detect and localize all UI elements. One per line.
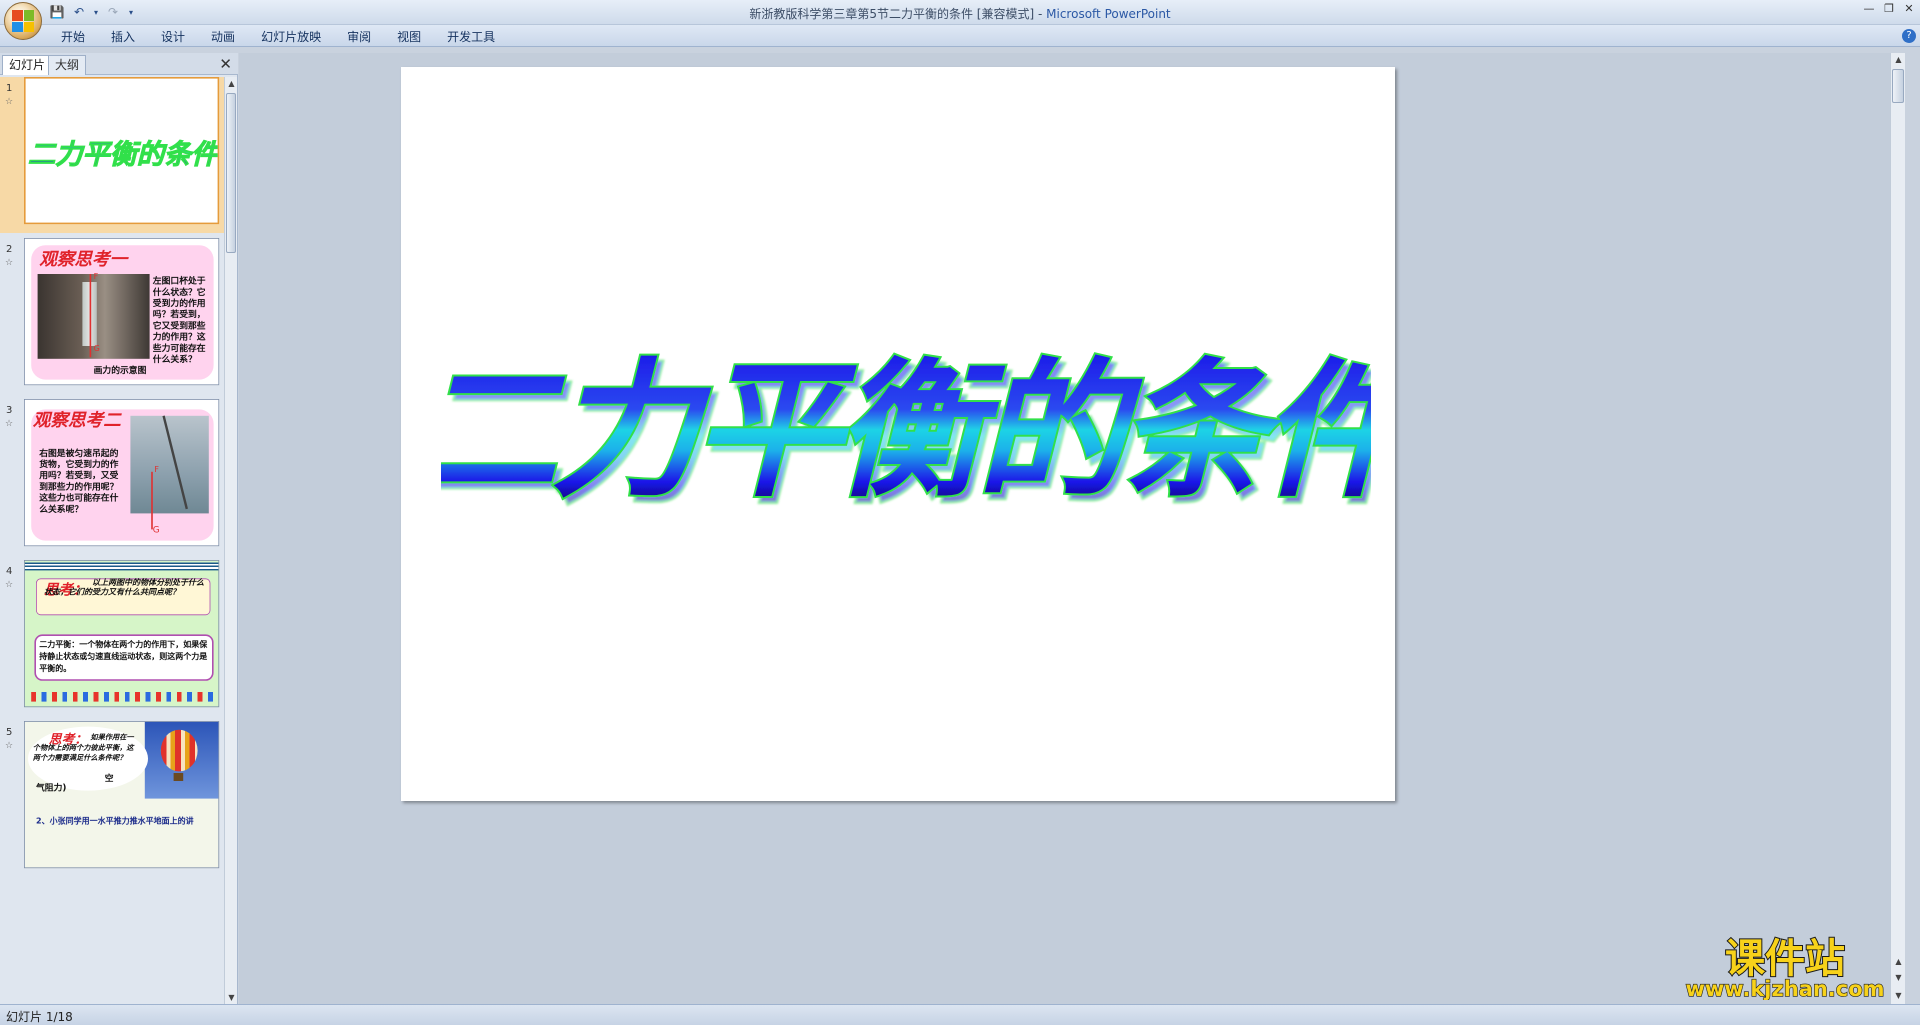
slide-number: 4 <box>6 566 13 577</box>
office-logo-icon <box>12 10 34 32</box>
slides-pane: 幻灯片 大纲 ✕ 1 ☆ 二力平衡的条件 2 ☆ 观察思考一 F G 左图口杯处… <box>0 53 238 1004</box>
think-text: 如果作用在一个物体上的两个力彼此平衡，这两个力需要满足什么条件呢？ <box>32 733 134 763</box>
close-pane-icon[interactable]: ✕ <box>219 55 232 73</box>
pane-tabs: 幻灯片 大纲 ✕ <box>0 53 238 75</box>
peek-text: 气阻力) <box>36 782 67 793</box>
thumbnail-slide-4[interactable]: 4 ☆ 思考： 以上两图中的物体分别处于什么状态，它们的受力又有什么共同点呢？ … <box>0 560 224 716</box>
site-watermark-logo: 课件站 www.kjzhan.com <box>1685 935 1885 1000</box>
editing-scrollbar[interactable]: ▲ ▲ ▼ ▼ <box>1890 53 1905 1004</box>
balloon-photo <box>144 721 219 799</box>
title-bar: 💾 ↶ ▾ ↷ ▾ 新浙教版科学第三章第5节二力平衡的条件 [兼容模式] - M… <box>0 0 1920 40</box>
thumbnail-slide-1[interactable]: 1 ☆ 二力平衡的条件 <box>0 77 224 233</box>
thumbnail-slide-2[interactable]: 2 ☆ 观察思考一 F G 左图口杯处于什么状态？它受到力的作用吗？若受到，它又… <box>0 238 224 394</box>
thumbnail-heading: 观察思考一 <box>39 249 128 270</box>
slide-number: 1 <box>6 83 13 94</box>
slide-counter: 幻灯片 1/18 <box>6 1010 73 1024</box>
slide-title: 二力平衡的条件 <box>441 343 1371 517</box>
slide-number: 5 <box>6 727 13 738</box>
tab-outline[interactable]: 大纲 <box>48 55 87 75</box>
animation-star-icon: ☆ <box>5 258 14 268</box>
tab-slideshow[interactable]: 幻灯片放映 <box>248 29 334 47</box>
animation-star-icon: ☆ <box>5 97 14 107</box>
scroll-down-icon[interactable]: ▼ <box>225 991 238 1004</box>
flower-border <box>31 692 216 702</box>
document-title: 新浙教版科学第三章第5节二力平衡的条件 [兼容模式] - <box>749 7 1047 21</box>
app-name: Microsoft PowerPoint <box>1046 7 1171 21</box>
minimize-icon[interactable]: — <box>1862 2 1876 16</box>
window-title: 新浙教版科学第三章第5节二力平衡的条件 [兼容模式] - Microsoft P… <box>0 5 1920 22</box>
crane-photo: F <box>130 415 209 530</box>
thumbnail-title-art: 二力平衡的条件 <box>28 138 219 171</box>
top-stripe <box>24 562 219 571</box>
force-label-f: F <box>154 465 160 475</box>
thumbnail-canvas: 思考： 以上两图中的物体分别处于什么状态，它们的受力又有什么共同点呢？ 二力平衡… <box>24 560 220 708</box>
tab-insert[interactable]: 插入 <box>98 29 148 47</box>
thumbnail-body: 左图口杯处于什么状态？它受到力的作用吗？若受到，它又受到那些力的作用？这些力可能… <box>152 275 206 365</box>
thumbnail-canvas: 观察思考一 F G 左图口杯处于什么状态？它受到力的作用吗？若受到，它又受到那些… <box>24 238 220 386</box>
thumbnail-slide-5[interactable]: 5 ☆ 思考： 如果作用在一个物体上的两个力彼此平衡，这两个力需要满足什么条件呢… <box>0 721 224 877</box>
thumbnail-list: 1 ☆ 二力平衡的条件 2 ☆ 观察思考一 F G 左图口杯处于什么状态？它受到… <box>0 77 224 1004</box>
thumbnail-canvas: 观察思考二 右图是被匀速吊起的货物，它受到力的作用吗？若受到，又受到那些力的作用… <box>24 399 220 547</box>
current-slide[interactable]: 二力平衡的条件 <box>401 67 1395 801</box>
think-text: 以上两图中的物体分别处于什么状态，它们的受力又有什么共同点呢？ <box>44 578 204 597</box>
thumbnail-bottom-text: 2、小张同学用一水平推力推水平地面上的讲 <box>36 817 194 826</box>
slide-number: 2 <box>6 244 13 255</box>
status-bar: 幻灯片 1/18 <box>0 1004 1920 1025</box>
tab-design[interactable]: 设计 <box>148 29 198 47</box>
scroll-up-icon[interactable]: ▲ <box>1891 53 1906 66</box>
force-label-g: G <box>93 344 100 354</box>
slide-editing-area: 二力平衡的条件 ▲ ▲ ▼ ▼ <box>239 53 1905 1004</box>
force-label-g: G <box>152 524 160 535</box>
scroll-up-icon[interactable]: ▲ <box>225 77 238 90</box>
scroll-thumb[interactable] <box>1892 69 1904 103</box>
tab-view[interactable]: 视图 <box>384 29 434 47</box>
peek-text: 空 <box>104 773 114 784</box>
definition-text: 二力平衡：一个物体在两个力的作用下，如果保持静止状态或匀速直线运动状态，则这两个… <box>39 639 209 675</box>
tab-home[interactable]: 开始 <box>48 29 98 47</box>
help-icon[interactable]: ? <box>1902 29 1916 43</box>
close-icon[interactable]: ✕ <box>1902 2 1916 16</box>
definition-lead: 二力平衡： <box>39 640 80 650</box>
thumbnail-body: 右图是被匀速吊起的货物，它受到力的作用吗？若受到，又受到那些力的作用呢？这些力也… <box>39 447 119 515</box>
tab-developer[interactable]: 开发工具 <box>434 29 508 47</box>
animation-star-icon: ☆ <box>5 419 14 429</box>
force-label-f: F <box>93 272 99 282</box>
restore-icon[interactable]: ❐ <box>1882 2 1896 16</box>
thumbnail-caption: 画力的示意图 <box>93 365 147 376</box>
thumbnail-heading: 观察思考二 <box>32 410 121 431</box>
office-button[interactable] <box>4 2 42 40</box>
slide-number: 3 <box>6 405 13 416</box>
thumbnail-title: 二力平衡的条件 <box>28 138 219 170</box>
window-controls: — ❐ ✕ <box>1862 2 1916 16</box>
tab-slides[interactable]: 幻灯片 <box>2 55 53 75</box>
tab-review[interactable]: 审阅 <box>334 29 384 47</box>
animation-star-icon: ☆ <box>5 741 14 751</box>
watermark-url: www.kjzhan.com <box>1685 977 1884 1000</box>
thumbnail-slide-3[interactable]: 3 ☆ 观察思考二 右图是被匀速吊起的货物，它受到力的作用吗？若受到，又受到那些… <box>0 399 224 555</box>
slide-title-wordart[interactable]: 二力平衡的条件 <box>441 232 1371 542</box>
ribbon-tabs: 开始 插入 设计 动画 幻灯片放映 审阅 视图 开发工具 <box>48 29 508 47</box>
ribbon: 开始 插入 设计 动画 幻灯片放映 审阅 视图 开发工具 ? <box>0 25 1920 47</box>
tab-animations[interactable]: 动画 <box>198 29 248 47</box>
animation-star-icon: ☆ <box>5 580 14 590</box>
thumbnail-canvas: 二力平衡的条件 <box>24 77 220 225</box>
thumbnail-canvas: 思考： 如果作用在一个物体上的两个力彼此平衡，这两个力需要满足什么条件呢？ 空 … <box>24 721 220 869</box>
scroll-thumb[interactable] <box>226 93 236 253</box>
watermark-title: 课件站 <box>1725 936 1845 982</box>
slides-pane-scrollbar[interactable]: ▲ ▼ <box>224 77 237 1004</box>
cup-photo: F G <box>37 272 150 359</box>
